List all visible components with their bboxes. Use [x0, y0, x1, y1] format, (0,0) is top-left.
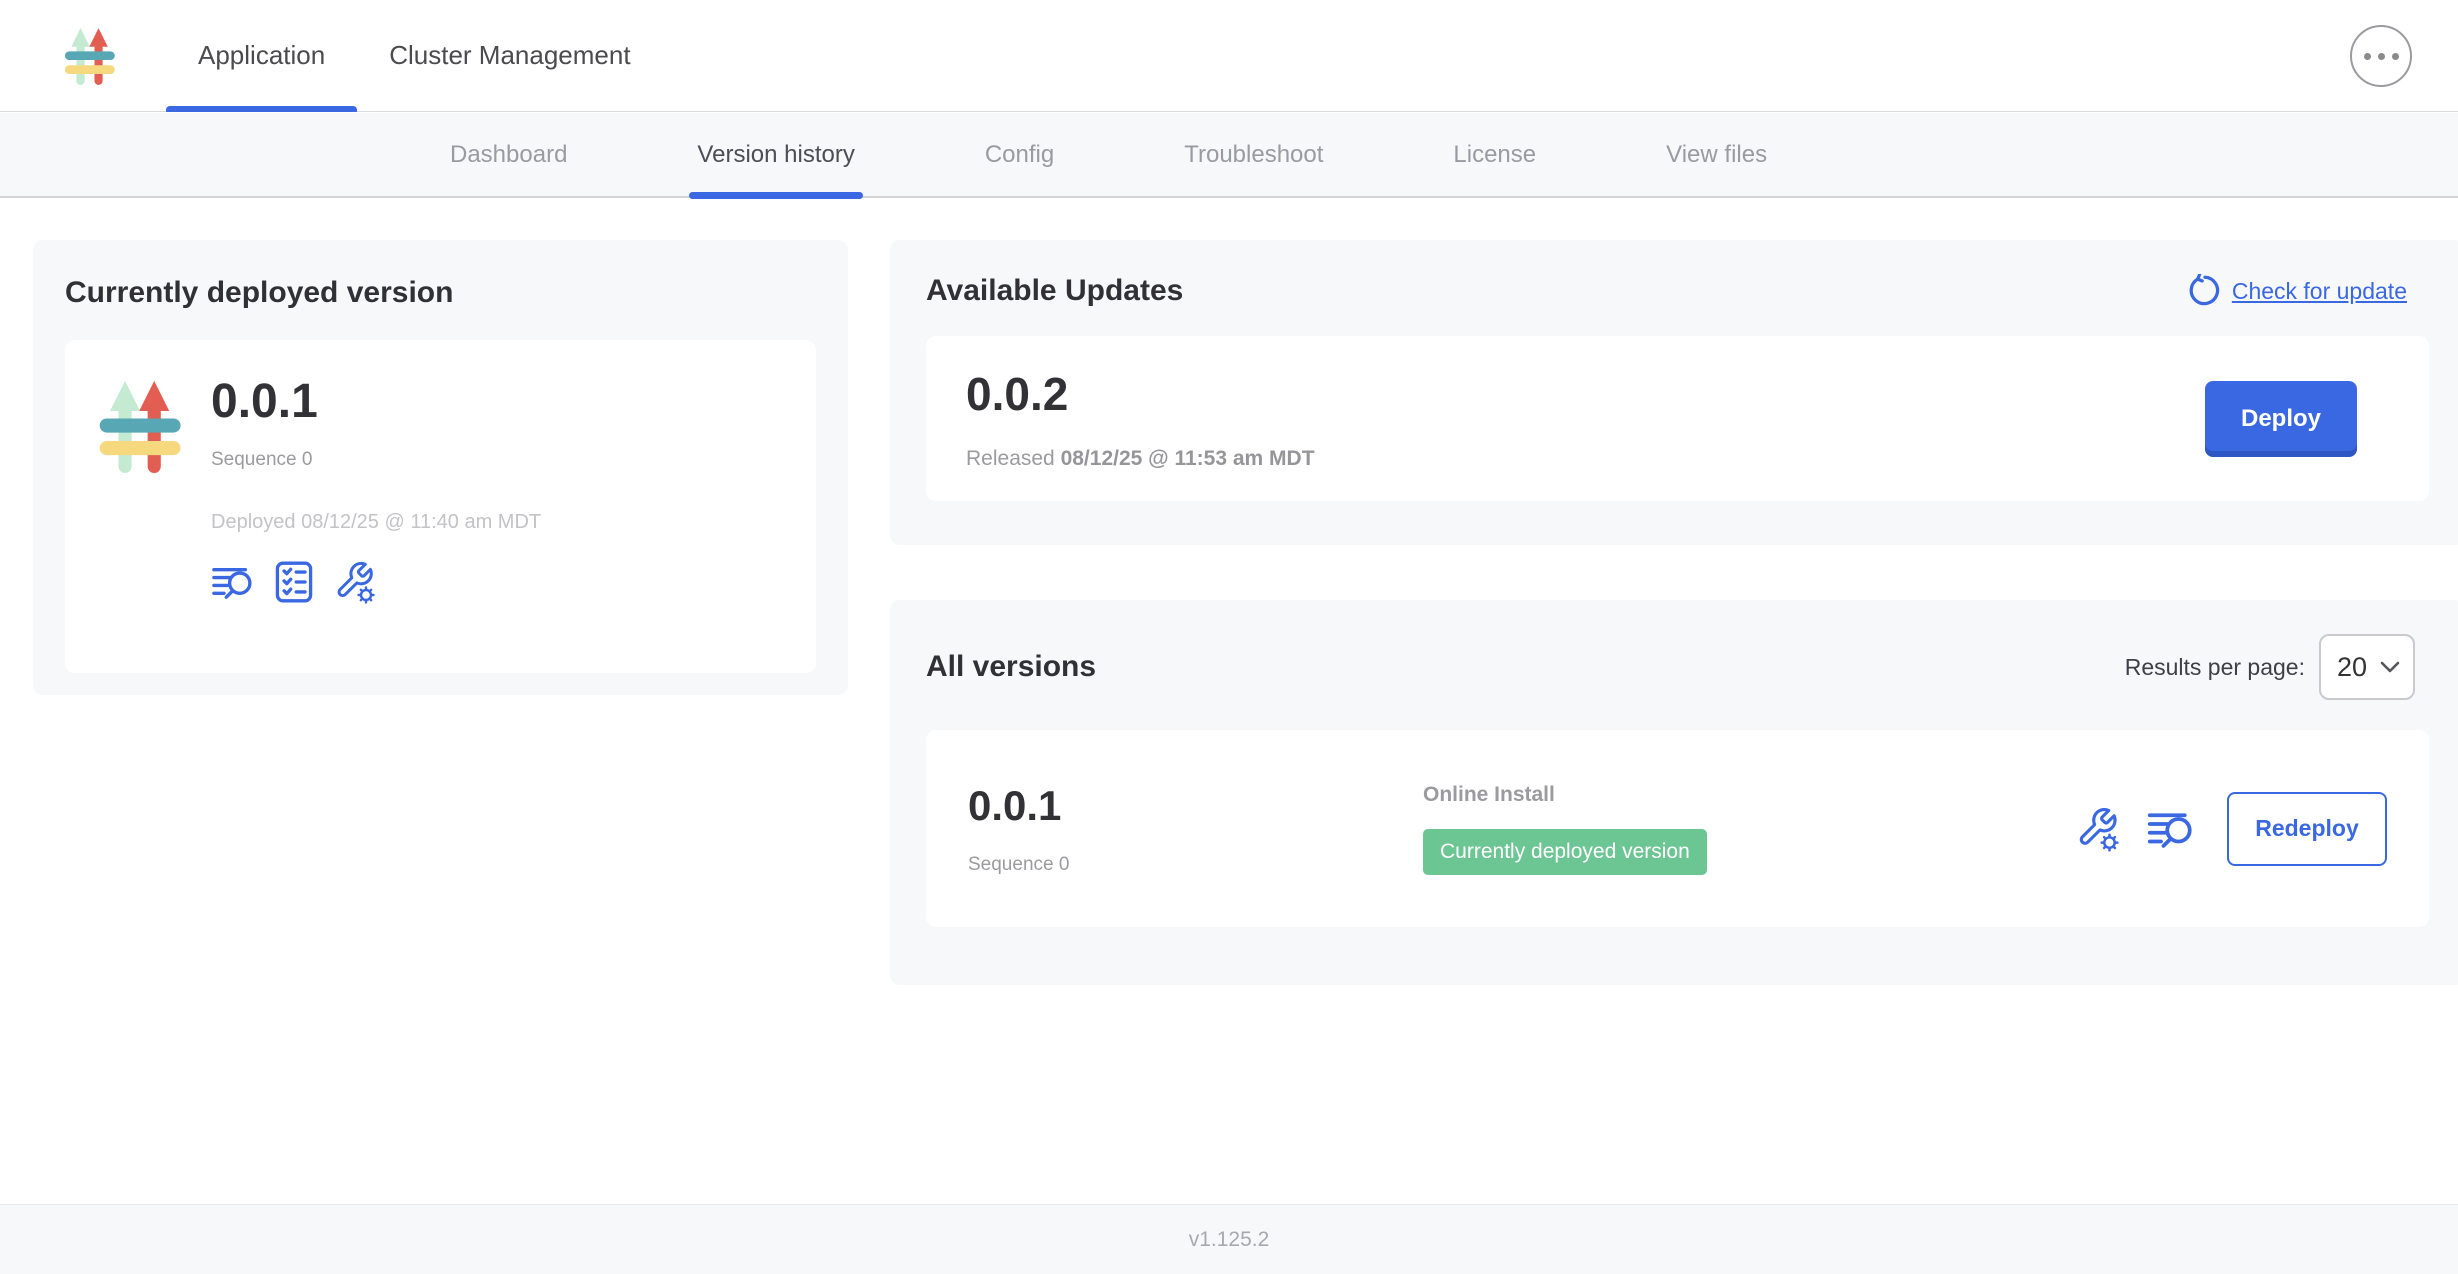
subtab-version-history[interactable]: Version history	[697, 112, 854, 197]
results-per-page-select[interactable]: 20	[2319, 634, 2415, 700]
all-versions-card: All versions Results per page: 20 0.0.1 …	[890, 600, 2458, 985]
chevron-down-icon	[2379, 660, 2401, 674]
currently-deployed-badge: Currently deployed version	[1423, 829, 1707, 875]
edit-config-icon[interactable]	[2075, 806, 2121, 852]
all-versions-title: All versions	[926, 650, 1096, 684]
deployed-prefix: Deployed	[211, 511, 296, 533]
subtab-view-files[interactable]: View files	[1666, 112, 1767, 197]
row-version-number: 0.0.1	[968, 782, 1423, 830]
app-screen: Application Cluster Management Dashboard…	[0, 0, 2458, 1274]
overflow-menu-button[interactable]	[2350, 25, 2412, 87]
edit-config-icon[interactable]	[333, 560, 377, 604]
preflight-checks-icon[interactable]	[275, 561, 313, 603]
check-for-update-label: Check for update	[2232, 278, 2407, 305]
subtab-troubleshoot[interactable]: Troubleshoot	[1184, 112, 1323, 197]
update-released-timestamp: Released 08/12/25 @ 11:53 am MDT	[966, 447, 1315, 471]
deployed-timestamp: Deployed 08/12/25 @ 11:40 am MDT	[211, 511, 541, 534]
install-type-label: Online Install	[1423, 783, 1707, 807]
ellipsis-icon	[2392, 53, 2399, 60]
tab-application[interactable]: Application	[166, 0, 357, 112]
results-per-page-value: 20	[2337, 652, 2367, 683]
update-version-number: 0.0.2	[966, 367, 1315, 421]
tab-cluster-management[interactable]: Cluster Management	[357, 0, 662, 112]
subtab-config[interactable]: Config	[985, 112, 1054, 197]
deployed-sequence: Sequence 0	[211, 449, 541, 471]
released-prefix: Released	[966, 447, 1055, 470]
app-logo-icon	[95, 376, 189, 476]
ellipsis-icon	[2378, 53, 2385, 60]
deployed-date: 08/12/25 @ 11:40 am MDT	[301, 511, 541, 533]
check-for-update-link[interactable]: Check for update	[2186, 274, 2407, 308]
deployed-version-panel: 0.0.1 Sequence 0 Deployed 08/12/25 @ 11:…	[65, 340, 816, 673]
console-version: v1.125.2	[1189, 1228, 1270, 1252]
redeploy-button[interactable]: Redeploy	[2227, 792, 2387, 866]
deployed-card-title: Currently deployed version	[65, 276, 816, 310]
app-logo-icon	[62, 25, 120, 87]
available-updates-title: Available Updates	[926, 274, 1183, 308]
refresh-ccw-icon	[2186, 274, 2220, 308]
top-nav-tabs: Application Cluster Management	[166, 0, 663, 112]
update-row: 0.0.2 Released 08/12/25 @ 11:53 am MDT D…	[926, 336, 2429, 501]
app-footer: v1.125.2	[0, 1204, 2458, 1274]
view-logs-icon[interactable]	[2147, 809, 2195, 849]
deploy-button[interactable]: Deploy	[2205, 381, 2357, 457]
subtab-dashboard[interactable]: Dashboard	[450, 112, 567, 197]
deployed-version-number: 0.0.1	[211, 374, 541, 429]
row-sequence: Sequence 0	[968, 854, 1423, 876]
version-row: 0.0.1 Sequence 0 Online Install Currentl…	[926, 730, 2429, 927]
currently-deployed-card: Currently deployed version 0.0.1 Sequenc…	[33, 240, 848, 695]
app-subnav: Dashboard Version history Config Trouble…	[0, 113, 2458, 198]
released-date: 08/12/25 @ 11:53 am MDT	[1061, 447, 1315, 470]
results-per-page-label: Results per page:	[2125, 654, 2305, 681]
view-logs-icon[interactable]	[211, 564, 255, 600]
top-navbar: Application Cluster Management	[0, 0, 2458, 112]
subtab-license[interactable]: License	[1453, 112, 1536, 197]
available-updates-card: Available Updates Check for update 0.0.2…	[890, 240, 2458, 545]
app-logo	[62, 23, 120, 89]
ellipsis-icon	[2364, 53, 2371, 60]
